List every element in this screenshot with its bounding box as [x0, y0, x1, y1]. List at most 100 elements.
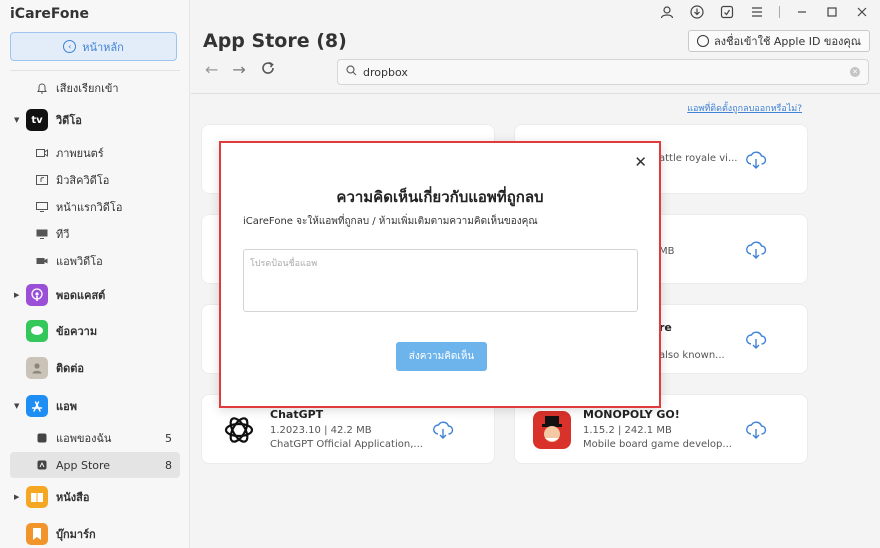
sidebar-item-label: ติดต่อ — [56, 362, 85, 375]
user-circle-icon — [696, 35, 709, 47]
messages-icon — [26, 320, 48, 342]
home-button-label: หน้าหลัก — [82, 40, 124, 54]
app-card-meta-partial: MB — [659, 246, 675, 257]
app-meta: 1.15.2 | 242.1 MB — [583, 425, 672, 436]
home-button[interactable]: ‹ หน้าหลัก — [10, 32, 177, 61]
cloud-download-icon[interactable] — [745, 330, 767, 350]
download-icon[interactable] — [689, 4, 705, 20]
sidebar-item-label: หนังสือ — [56, 491, 90, 504]
close-window-icon[interactable] — [854, 4, 870, 20]
apple-tv-icon: tv — [26, 109, 48, 131]
sidebar-item-label: ข้อความ — [56, 325, 98, 338]
feedback-icon[interactable] — [719, 4, 735, 20]
sidebar-item-video-apps[interactable]: แอพวิดีโอ — [0, 248, 190, 274]
my-apps-icon — [36, 433, 48, 443]
forward-arrow-icon[interactable]: → — [232, 60, 245, 80]
deleted-app-feedback-dialog: ✕ ความคิดเห็นเกี่ยวกับแอพที่ถูกลบ iCareF… — [219, 141, 661, 408]
cloud-download-icon[interactable] — [745, 240, 767, 260]
books-icon — [26, 486, 48, 508]
app-name-input[interactable] — [243, 249, 638, 312]
dialog-subtitle: iCareFone จะให้แอพที่ถูกลบ / ห้ามเพิ่มเต… — [243, 216, 538, 227]
sidebar-item-label: บุ๊กมาร์ก — [56, 528, 96, 541]
sidebar-item-label: แอพวิดีโอ — [56, 255, 103, 268]
sidebar-item-tv[interactable]: ทีวี — [0, 221, 190, 247]
deleted-apps-help-link[interactable]: แอพที่ติดตั้งถูกลบออกหรือไม่? — [687, 101, 802, 115]
bookmark-icon — [26, 523, 48, 545]
sidebar-item-count: 5 — [165, 431, 172, 445]
sidebar-item-label: หน้าแรกวิดีโอ — [56, 201, 123, 214]
app-name: ChatGPT — [270, 408, 324, 421]
sidebar-item-messages[interactable]: ข้อความ — [0, 318, 190, 344]
sidebar-item-bookmarks[interactable]: บุ๊กมาร์ก — [0, 521, 190, 547]
expand-triangle-icon[interactable]: ▶ — [14, 493, 19, 501]
music-video-icon — [36, 175, 48, 185]
contacts-icon — [26, 357, 48, 379]
back-arrow-icon[interactable]: ← — [205, 60, 218, 80]
sidebar-item-ringtones[interactable]: เสียงเรียกเข้า — [0, 75, 190, 101]
chatgpt-logo-icon — [220, 411, 258, 449]
apple-id-signin-button[interactable]: ลงชื่อเข้าใช้ Apple ID ของคุณ — [687, 30, 870, 52]
clear-search-icon[interactable]: ✕ — [850, 67, 860, 77]
navigation-controls: ← → — [205, 60, 276, 80]
dialog-title: ความคิดเห็นเกี่ยวกับแอพที่ถูกลบ — [336, 188, 544, 206]
tv-icon — [36, 229, 48, 239]
podcast-icon — [26, 284, 48, 306]
account-icon[interactable] — [659, 4, 675, 20]
sidebar-divider — [10, 70, 180, 71]
camera-icon — [36, 256, 48, 266]
sidebar-item-podcasts[interactable]: ▶ พอดแคสต์ — [0, 282, 190, 308]
app-description: Mobile board game develop... — [583, 439, 732, 450]
sidebar-item-count: 8 — [165, 458, 172, 472]
submit-feedback-button[interactable]: ส่งความคิดเห็น — [396, 342, 487, 371]
sidebar-item-apps[interactable]: ▼ แอพ — [0, 393, 190, 419]
sidebar-item-label: เสียงเรียกเข้า — [56, 82, 119, 95]
sidebar-item-app-store[interactable]: App Store 8 — [10, 452, 180, 478]
sidebar-item-label: มิวสิควิดีโอ — [56, 174, 110, 187]
app-name: MONOPOLY GO! — [583, 408, 680, 421]
app-meta: 1.2023.10 | 42.2 MB — [270, 425, 372, 436]
close-icon[interactable]: ✕ — [634, 155, 647, 170]
sidebar-item-label: ภาพยนตร์ — [56, 147, 104, 160]
app-brand: iCareFone — [10, 6, 89, 22]
apple-tv-badge: tv — [31, 114, 43, 126]
sidebar-item-music-videos[interactable]: มิวสิควิดีโอ — [0, 167, 190, 193]
app-store-icon — [26, 395, 48, 417]
expand-triangle-icon[interactable]: ▼ — [14, 116, 19, 124]
monopoly-logo-icon — [533, 411, 571, 449]
sidebar-item-movies[interactable]: ภาพยนตร์ — [0, 140, 190, 166]
sidebar-item-label: ทีวี — [56, 228, 70, 241]
search-icon — [346, 65, 357, 79]
cloud-download-icon[interactable] — [745, 420, 767, 440]
sidebar-item-label: พอดแคสต์ — [56, 289, 106, 302]
sidebar-item-video[interactable]: ▼ tv วิดีโอ — [0, 107, 190, 133]
app-card-desc-partial: also known... — [659, 350, 725, 361]
header-divider — [191, 93, 880, 94]
sidebar-item-label: App Store — [56, 458, 111, 472]
app-store-small-icon — [36, 460, 48, 470]
toolbar-divider — [779, 6, 780, 18]
movie-icon — [36, 148, 48, 158]
sidebar-item-label: วิดีโอ — [56, 114, 82, 127]
maximize-icon[interactable] — [824, 4, 840, 20]
cloud-download-icon[interactable] — [745, 150, 767, 170]
menu-icon[interactable] — [749, 4, 765, 20]
sidebar: iCareFone ‹ หน้าหลัก เสียงเรียกเข้า ▼ tv… — [0, 0, 190, 548]
sidebar-item-books[interactable]: ▶ หนังสือ — [0, 484, 190, 510]
minimize-icon[interactable] — [794, 4, 810, 20]
sidebar-item-contacts[interactable]: ติดต่อ — [0, 355, 190, 381]
bell-icon — [36, 82, 48, 93]
search-input[interactable] — [363, 65, 843, 79]
expand-triangle-icon[interactable]: ▼ — [14, 402, 19, 410]
sidebar-item-home-videos[interactable]: หน้าแรกวิดีโอ — [0, 194, 190, 220]
cloud-download-icon[interactable] — [432, 420, 454, 440]
expand-triangle-icon[interactable]: ▶ — [14, 291, 19, 299]
app-description: ChatGPT Official Application,... — [270, 439, 423, 450]
page-title: App Store (8) — [203, 30, 347, 52]
sidebar-item-label: แอพของฉัน — [56, 432, 112, 445]
sidebar-item-my-apps[interactable]: แอพของฉัน 5 — [0, 425, 190, 451]
window-controls — [659, 4, 870, 20]
search-box[interactable]: ✕ — [337, 59, 869, 85]
app-card-desc-partial: attle royale vi... — [659, 153, 738, 164]
refresh-icon[interactable] — [260, 60, 276, 80]
sidebar-item-label: แอพ — [56, 400, 77, 413]
